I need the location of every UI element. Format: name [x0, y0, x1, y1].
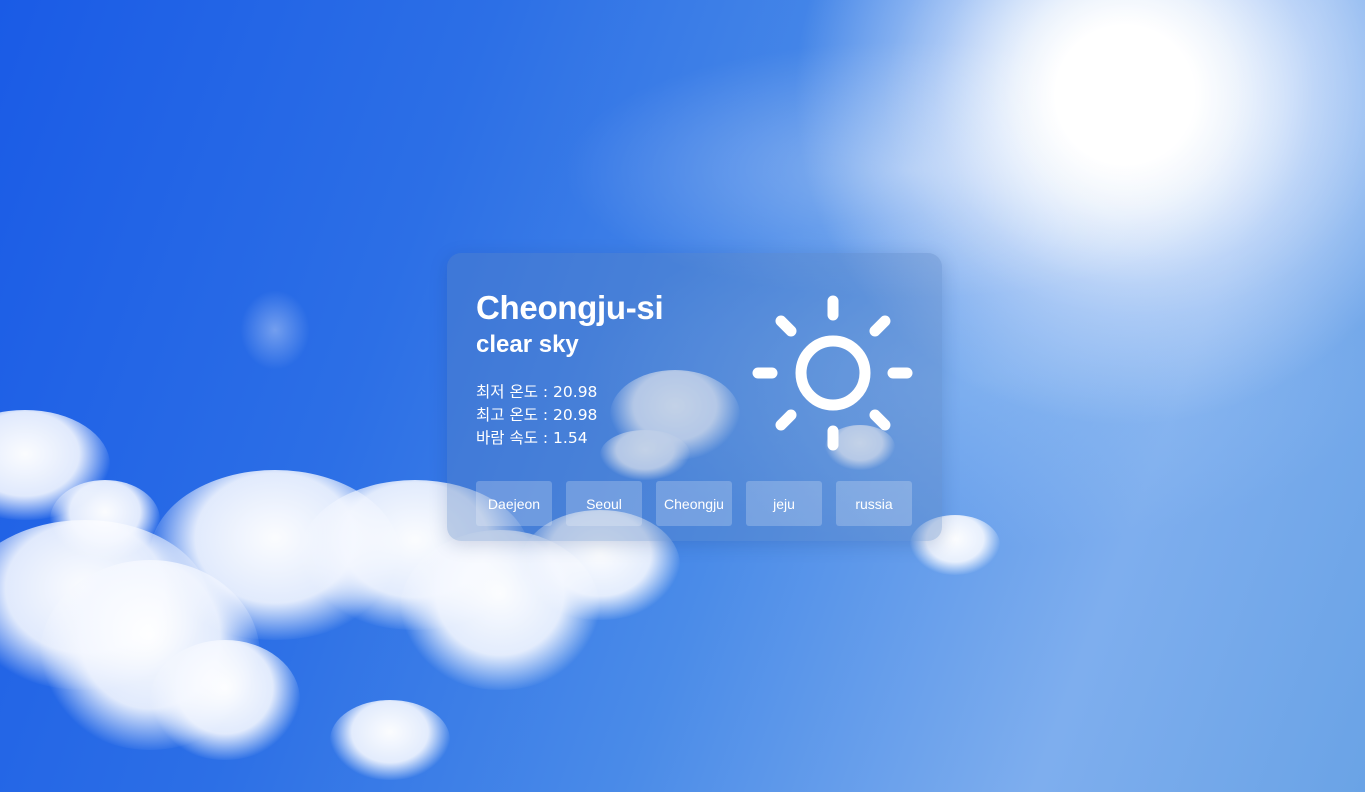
city-button-russia[interactable]: russia — [836, 481, 912, 526]
city-button-jeju[interactable]: jeju — [746, 481, 822, 526]
sun-icon — [752, 295, 913, 451]
city-button-daejeon[interactable]: Daejeon — [476, 481, 552, 526]
min-temp-row: 최저 온도 : 20.98 — [476, 381, 597, 404]
city-buttons: Daejeon Seoul Cheongju jeju russia — [476, 481, 912, 526]
max-temp-row: 최고 온도 : 20.98 — [476, 404, 597, 427]
max-temp-label: 최고 온도 : — [476, 406, 554, 424]
wind-speed-label: 바람 속도 : — [476, 429, 554, 447]
wind-speed-value: 1.54 — [553, 429, 588, 447]
min-temp-label: 최저 온도 : — [476, 383, 554, 401]
weather-stats: 최저 온도 : 20.98 최고 온도 : 20.98 바람 속도 : 1.54 — [476, 381, 597, 450]
weather-card: Cheongju-si clear sky 최저 온도 : 20.98 최고 온… — [447, 253, 942, 541]
min-temp-value: 20.98 — [553, 383, 598, 401]
max-temp-value: 20.98 — [553, 406, 598, 424]
city-button-seoul[interactable]: Seoul — [566, 481, 642, 526]
wind-speed-row: 바람 속도 : 1.54 — [476, 427, 597, 450]
city-name: Cheongju-si — [476, 289, 664, 326]
city-button-cheongju[interactable]: Cheongju — [656, 481, 732, 526]
weather-description: clear sky — [476, 331, 579, 358]
